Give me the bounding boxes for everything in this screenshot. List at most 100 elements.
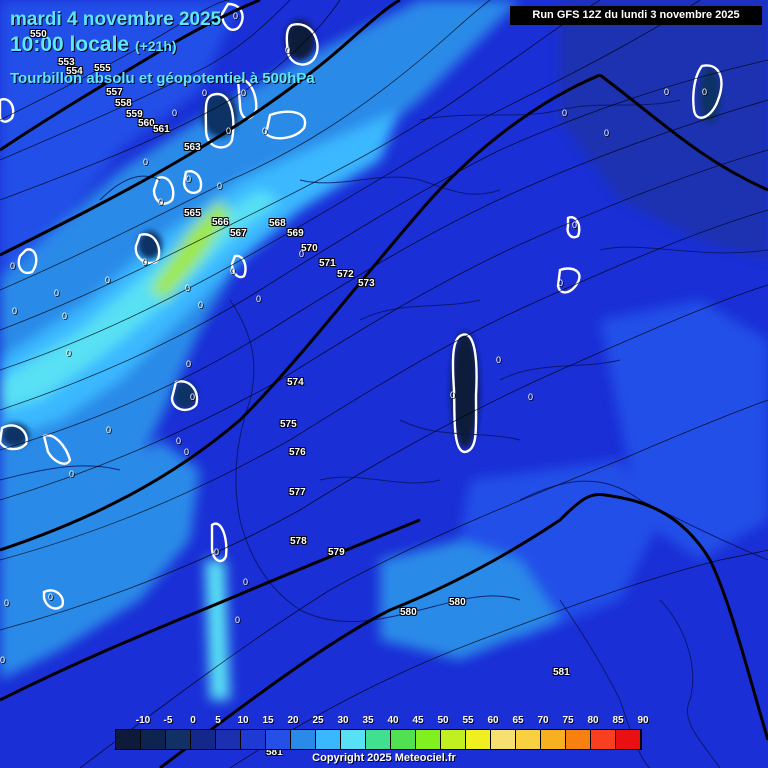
forecast-offset: (+21h) bbox=[134, 38, 177, 54]
legend-swatch bbox=[591, 730, 616, 749]
geopotential-label: 572 bbox=[337, 269, 354, 280]
legend-tick-label: 40 bbox=[387, 715, 399, 726]
geopotential-label: 563 bbox=[184, 142, 201, 153]
zero-marker: 0 bbox=[172, 108, 178, 118]
geopotential-label: 571 bbox=[319, 258, 336, 269]
geopotential-label: 578 bbox=[290, 536, 307, 547]
geopotential-label: 573 bbox=[358, 278, 375, 289]
zero-marker: 0 bbox=[214, 547, 220, 557]
legend-swatch bbox=[491, 730, 516, 749]
legend-tick-label: 85 bbox=[612, 715, 624, 726]
zero-marker: 0 bbox=[185, 283, 191, 293]
zero-marker: 0 bbox=[186, 359, 192, 369]
geopotential-label: 550 bbox=[30, 29, 47, 40]
legend-tick-label: 65 bbox=[512, 715, 524, 726]
zero-marker: 0 bbox=[217, 181, 223, 191]
legend-tick-label: 30 bbox=[337, 715, 349, 726]
legend-swatch bbox=[516, 730, 541, 749]
legend-swatch bbox=[416, 730, 441, 749]
zero-marker: 0 bbox=[262, 126, 268, 136]
legend-swatch bbox=[166, 730, 191, 749]
legend-swatch bbox=[116, 730, 141, 749]
legend-tick-label: 55 bbox=[462, 715, 474, 726]
zero-marker: 0 bbox=[54, 288, 60, 298]
forecast-local-time: 10:00 locale bbox=[10, 33, 130, 56]
legend-tick-label: 15 bbox=[262, 715, 274, 726]
geopotential-label: 579 bbox=[328, 547, 345, 558]
legend-swatch bbox=[141, 730, 166, 749]
zero-marker: 0 bbox=[664, 87, 670, 97]
zero-marker: 0 bbox=[702, 87, 708, 97]
legend-tick-label: 25 bbox=[312, 715, 324, 726]
zero-marker: 0 bbox=[143, 157, 149, 167]
zero-marker: 0 bbox=[285, 45, 291, 55]
legend-tick-label: 45 bbox=[412, 715, 424, 726]
zero-marker: 0 bbox=[176, 436, 182, 446]
legend-tick-label: 35 bbox=[362, 715, 374, 726]
color-legend: -10 -5 0 5 10 15 20 25 30 35 40 45 50 55 60 65 70 75 80 85 9… bbox=[115, 715, 649, 750]
geopotential-label: 566 bbox=[212, 217, 229, 228]
zero-marker: 0 bbox=[528, 392, 534, 402]
legend-swatch bbox=[191, 730, 216, 749]
zero-marker: 0 bbox=[186, 174, 192, 184]
geopotential-label: 580 bbox=[449, 597, 466, 608]
forecast-map: mardi 4 novembre 2025 10:00 locale (+21h… bbox=[0, 0, 768, 768]
zero-marker: 0 bbox=[184, 447, 190, 457]
zero-marker: 0 bbox=[66, 348, 72, 358]
legend-swatch bbox=[291, 730, 316, 749]
forecast-parameter: Tourbillon absolu et géopotentiel à 500h… bbox=[10, 70, 315, 87]
geopotential-label: 569 bbox=[287, 228, 304, 239]
legend-tick-label: 80 bbox=[587, 715, 599, 726]
legend-swatch bbox=[316, 730, 341, 749]
zero-marker: 0 bbox=[62, 311, 68, 321]
legend-tick-label: 20 bbox=[287, 715, 299, 726]
legend-tick-label: 75 bbox=[562, 715, 574, 726]
zero-marker: 0 bbox=[105, 275, 111, 285]
zero-marker: 0 bbox=[198, 300, 204, 310]
legend-tick-label: 5 bbox=[215, 715, 221, 726]
vorticity-map-canvas bbox=[0, 0, 768, 768]
legend-swatch bbox=[391, 730, 416, 749]
zero-marker: 0 bbox=[158, 197, 164, 207]
zero-marker: 0 bbox=[4, 598, 10, 608]
run-info: Run GFS 12Z du lundi 3 novembre 2025 bbox=[510, 6, 762, 25]
geopotential-label: 554 bbox=[66, 66, 83, 77]
legend-swatch bbox=[366, 730, 391, 749]
zero-marker: 0 bbox=[496, 355, 502, 365]
zero-marker: 0 bbox=[48, 592, 54, 602]
zero-marker: 0 bbox=[190, 392, 196, 402]
legend-swatch bbox=[241, 730, 266, 749]
zero-marker: 0 bbox=[106, 425, 112, 435]
legend-swatch bbox=[541, 730, 566, 749]
zero-marker: 0 bbox=[233, 11, 239, 21]
zero-marker: 0 bbox=[10, 261, 16, 271]
legend-ticks: -10 -5 0 5 10 15 20 25 30 35 40 45 50 55 60 65 70 75 80 85 9… bbox=[115, 715, 649, 727]
legend-tick-label: -10 bbox=[135, 715, 151, 726]
geopotential-label: 576 bbox=[289, 447, 306, 458]
zero-marker: 0 bbox=[562, 108, 568, 118]
legend-tick-label: 50 bbox=[437, 715, 449, 726]
forecast-date: mardi 4 novembre 2025 bbox=[10, 9, 222, 30]
zero-marker: 0 bbox=[299, 249, 305, 259]
legend-swatch bbox=[341, 730, 366, 749]
legend-tick-label: 0 bbox=[190, 715, 196, 726]
geopotential-label: 581 bbox=[553, 667, 570, 678]
zero-marker: 0 bbox=[450, 390, 456, 400]
zero-marker: 0 bbox=[230, 266, 236, 276]
geopotential-label: 565 bbox=[184, 208, 201, 219]
copyright: Copyright 2025 Meteociel.fr bbox=[312, 752, 456, 764]
geopotential-label: 567 bbox=[230, 228, 247, 239]
zero-marker: 0 bbox=[69, 469, 75, 479]
zero-marker: 0 bbox=[226, 126, 232, 136]
legend-tick-label: 90 bbox=[637, 715, 649, 726]
geopotential-label: 575 bbox=[280, 419, 297, 430]
legend-swatch bbox=[466, 730, 491, 749]
legend-swatch bbox=[216, 730, 241, 749]
zero-marker: 0 bbox=[142, 257, 148, 267]
geopotential-label: 580 bbox=[400, 607, 417, 618]
legend-tick-label: -5 bbox=[163, 715, 173, 726]
zero-marker: 0 bbox=[241, 88, 247, 98]
legend-swatch bbox=[566, 730, 591, 749]
legend-bar bbox=[115, 729, 642, 750]
legend-tick-label: 70 bbox=[537, 715, 549, 726]
